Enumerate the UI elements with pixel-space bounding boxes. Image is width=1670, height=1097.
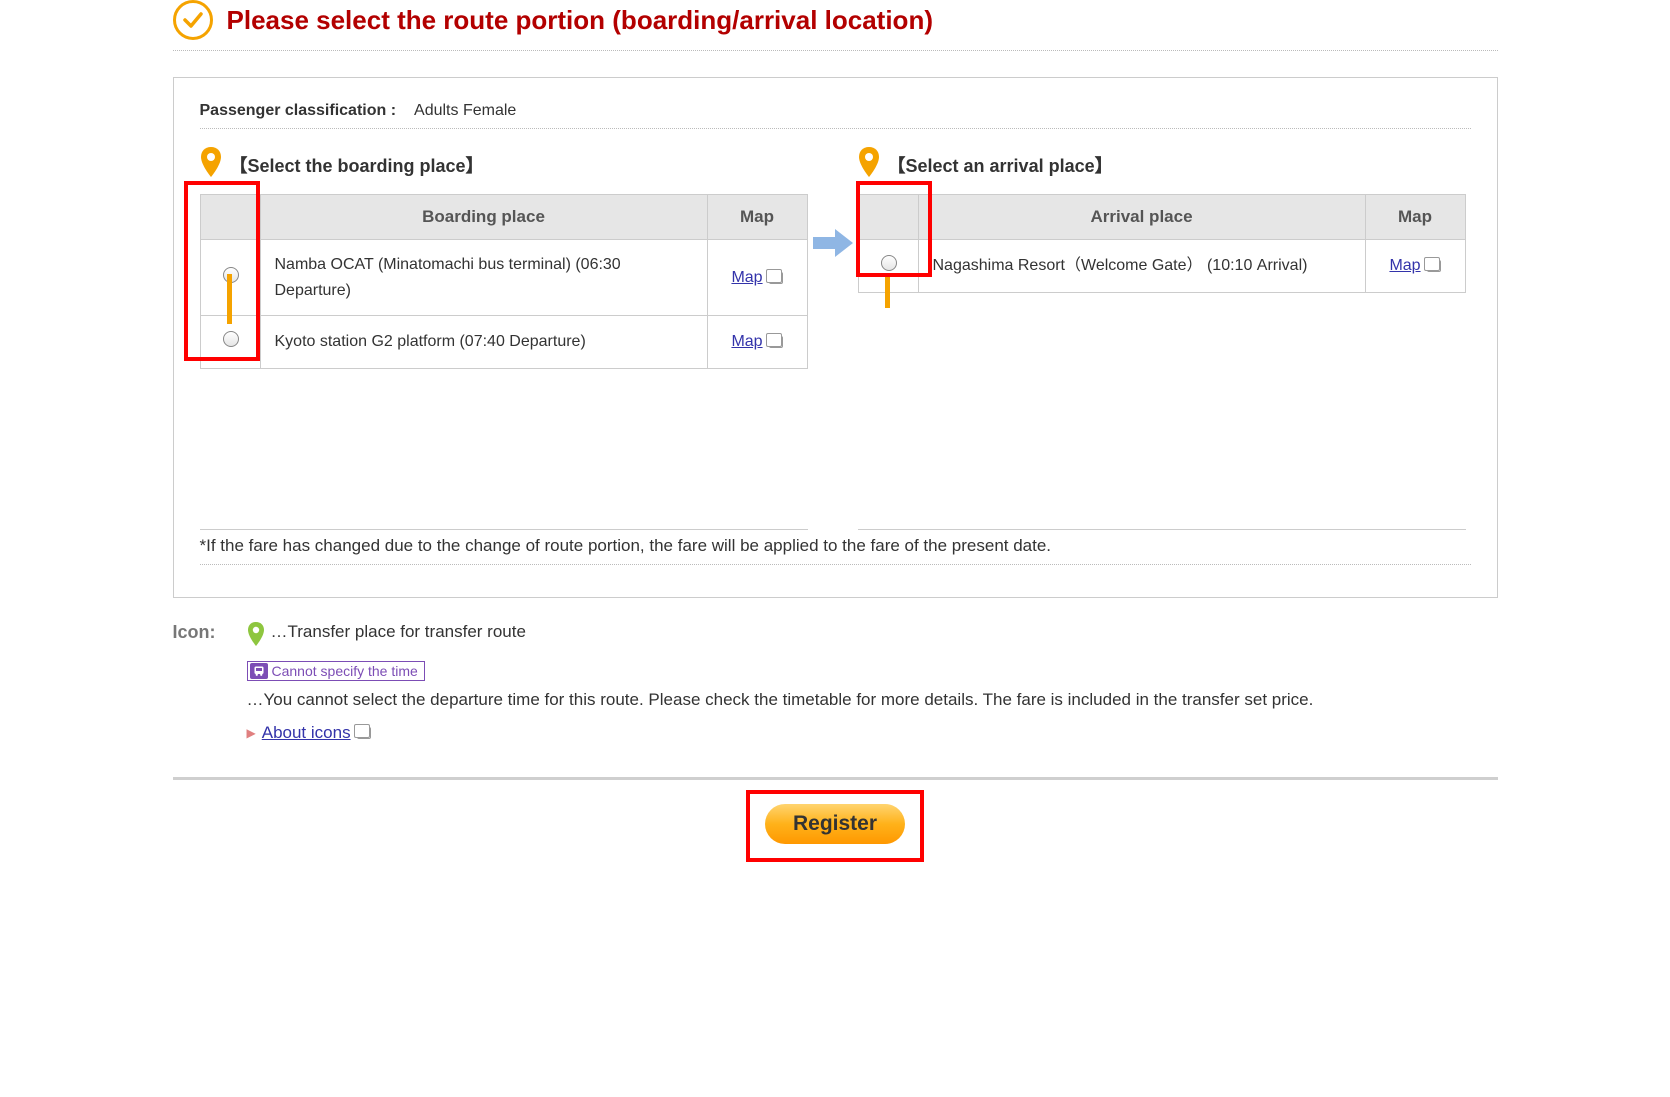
pin-icon	[200, 147, 222, 182]
arrival-table: Arrival place Map Nagashima Resort（Welco…	[858, 194, 1466, 293]
boarding-place-0: Namba OCAT (Minatomachi bus terminal) (0…	[260, 240, 707, 316]
bus-icon	[250, 663, 268, 679]
boarding-heading: 【Select the boarding place】	[230, 152, 484, 178]
pin-green-icon	[247, 622, 265, 651]
legend-label: Icon:	[173, 622, 231, 753]
divider	[200, 564, 1471, 565]
popup-icon	[1427, 260, 1441, 272]
route-connector	[227, 274, 232, 324]
register-button[interactable]: Register	[765, 804, 905, 844]
route-panel: Passenger classification : Adults Female…	[173, 77, 1498, 598]
route-connector	[885, 274, 890, 308]
arrow-right-icon	[813, 227, 853, 264]
boarding-place-1: Kyoto station G2 platform (07:40 Departu…	[260, 316, 707, 369]
arrival-radio-0[interactable]	[881, 255, 897, 271]
boarding-map-link-1[interactable]: Map	[731, 329, 782, 355]
table-row: Namba OCAT (Minatomachi bus terminal) (0…	[200, 240, 807, 316]
arrival-heading: 【Select an arrival place】	[888, 152, 1113, 178]
popup-icon	[357, 727, 371, 739]
arrival-col-place: Arrival place	[918, 195, 1365, 240]
arrival-map-link-0[interactable]: Map	[1389, 253, 1440, 279]
table-row: Kyoto station G2 platform (07:40 Departu…	[200, 316, 807, 369]
triangle-icon: ▶	[247, 726, 256, 740]
boarding-radio-1[interactable]	[223, 331, 239, 347]
boarding-table: Boarding place Map Namba OCAT (Minatomac…	[200, 194, 808, 369]
boarding-map-link-0[interactable]: Map	[731, 265, 782, 291]
popup-icon	[769, 272, 783, 284]
boarding-col-place: Boarding place	[260, 195, 707, 240]
arrival-col-map: Map	[1365, 195, 1465, 240]
fare-note: *If the fare has changed due to the chan…	[200, 536, 1471, 556]
passenger-label: Passenger classification :	[200, 102, 397, 120]
table-row: Nagashima Resort（Welcome Gate） (10:10 Ar…	[858, 240, 1465, 293]
passenger-value: Adults Female	[414, 102, 516, 120]
legend-transfer-text: …Transfer place for transfer route	[271, 622, 526, 642]
cannot-specify-tag: Cannot specify the time	[247, 661, 425, 681]
divider	[173, 777, 1498, 780]
divider	[173, 50, 1498, 51]
popup-icon	[769, 336, 783, 348]
legend-tag-desc: …You cannot select the departure time fo…	[247, 687, 1314, 713]
about-icons-link[interactable]: About icons	[262, 723, 351, 743]
page-title: Please select the route portion (boardin…	[227, 5, 933, 36]
check-icon	[173, 0, 213, 40]
divider	[200, 128, 1471, 129]
boarding-col-map: Map	[707, 195, 807, 240]
arrival-place-0: Nagashima Resort（Welcome Gate） (10:10 Ar…	[918, 240, 1365, 293]
pin-icon	[858, 147, 880, 182]
